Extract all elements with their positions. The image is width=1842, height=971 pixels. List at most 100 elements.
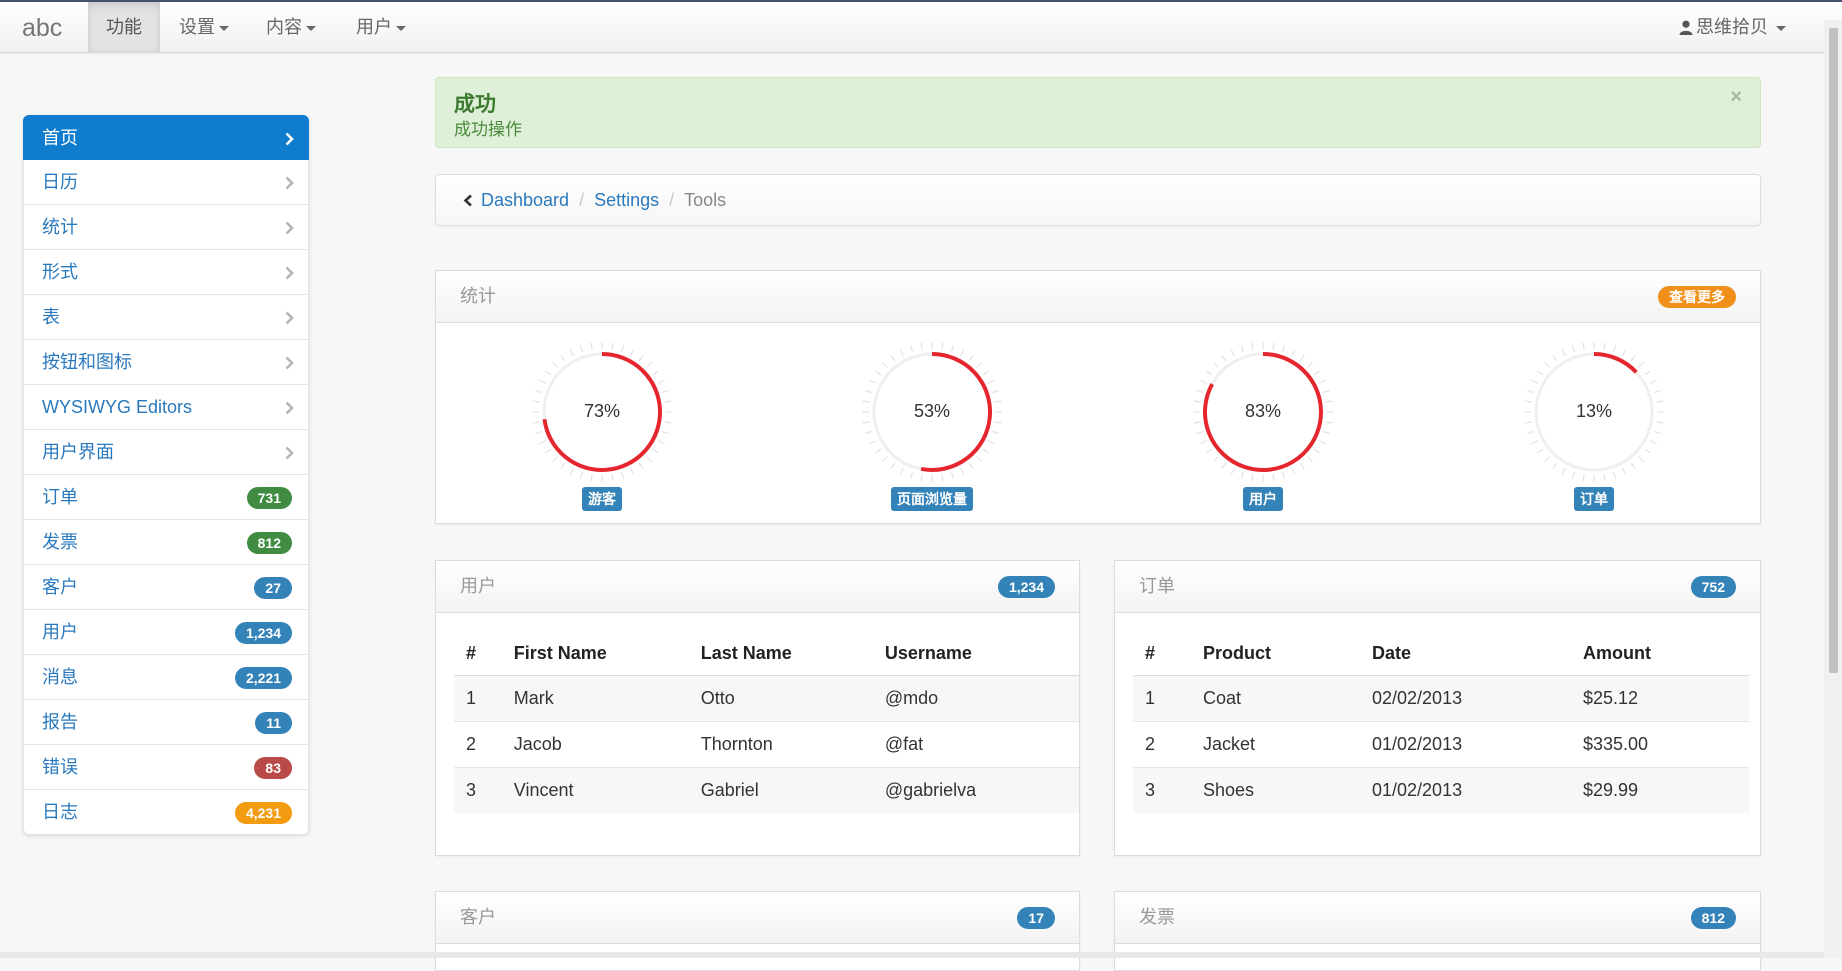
sidebar-item-stats[interactable]: 统计 bbox=[23, 205, 309, 250]
col-header-number: # bbox=[1133, 631, 1191, 676]
cell-amount: $29.99 bbox=[1571, 767, 1749, 813]
invoices-count-badge: 812 bbox=[1690, 907, 1736, 929]
count-badge: 2,221 bbox=[234, 667, 292, 689]
chevron-right-icon bbox=[285, 430, 294, 475]
table-row: 3 Vincent Gabriel @gabrielva bbox=[454, 767, 1079, 813]
users-panel-title: 用户 bbox=[460, 576, 496, 596]
sidebar-item-label: 报告 bbox=[42, 712, 78, 732]
cell-number: 3 bbox=[1133, 767, 1191, 813]
col-header-product: Product bbox=[1191, 631, 1360, 676]
sidebar-item-label: 错误 bbox=[42, 757, 78, 777]
users-panel-header: 用户 1,234 bbox=[436, 561, 1079, 613]
breadcrumb-tools: Tools bbox=[684, 190, 727, 210]
gauge-value: 83% bbox=[1244, 401, 1282, 421]
cell-username: @fat bbox=[872, 721, 1079, 768]
cell-last-name: Otto bbox=[688, 675, 873, 722]
gauge-arc bbox=[1593, 352, 1638, 374]
horizontal-scrollbar[interactable] bbox=[0, 952, 1824, 958]
cell-product: Coat bbox=[1191, 675, 1360, 722]
user-menu-dropdown[interactable]: 思维拾贝 bbox=[1679, 2, 1786, 52]
table-row: 1 Coat 02/02/2013 $25.12 bbox=[1133, 675, 1749, 722]
breadcrumb-dashboard[interactable]: Dashboard bbox=[481, 190, 569, 210]
close-icon[interactable]: × bbox=[1730, 86, 1742, 109]
nav-content-dropdown[interactable]: 内容 bbox=[255, 2, 327, 52]
cell-username: @gabrielva bbox=[872, 767, 1079, 813]
orders-panel-title: 订单 bbox=[1139, 576, 1175, 596]
sidebar-item-label: 统计 bbox=[42, 217, 78, 237]
gauge-value: 53% bbox=[913, 401, 951, 421]
nav-features-label: 功能 bbox=[106, 17, 142, 37]
sidebar-item-messages[interactable]: 消息 2,221 bbox=[23, 655, 309, 700]
col-header-first-name: First Name bbox=[501, 631, 689, 676]
breadcrumb: Dashboard / Settings / Tools bbox=[435, 174, 1761, 226]
sidebar-item-label: 发票 bbox=[42, 532, 78, 552]
col-header-date: Date bbox=[1360, 631, 1571, 676]
customers-count-badge: 17 bbox=[1017, 907, 1055, 929]
nav-settings-label: 设置 bbox=[179, 17, 215, 37]
count-badge: 4,231 bbox=[234, 802, 292, 824]
customers-panel-title: 客户 bbox=[460, 907, 496, 927]
gauge-users: 83% 用户 bbox=[1188, 339, 1338, 511]
sidebar-item-tables[interactable]: 表 bbox=[23, 295, 309, 340]
invoices-panel-header: 发票 812 bbox=[1115, 892, 1760, 944]
cell-date: 01/02/2013 bbox=[1360, 767, 1571, 813]
sidebar-item-invoices[interactable]: 发票 812 bbox=[23, 520, 309, 565]
brand-logo[interactable]: abc bbox=[22, 14, 62, 43]
gauge-label: 页面浏览量 bbox=[891, 487, 973, 511]
sidebar-item-customers[interactable]: 客户 27 bbox=[23, 565, 309, 610]
sidebar-item-errors[interactable]: 错误 83 bbox=[23, 745, 309, 790]
orders-panel: 订单 752 # Product Date Amount 1 Coat 02/0… bbox=[1114, 560, 1761, 856]
cell-number: 2 bbox=[454, 721, 502, 768]
count-badge: 11 bbox=[255, 712, 292, 734]
nav-features[interactable]: 功能 bbox=[88, 2, 160, 52]
customers-panel-header: 客户 17 bbox=[436, 892, 1079, 944]
count-badge: 83 bbox=[254, 757, 292, 779]
scrollbar-thumb[interactable] bbox=[1829, 28, 1838, 673]
table-header-row: # Product Date Amount bbox=[1133, 631, 1749, 676]
vertical-scrollbar[interactable] bbox=[1824, 20, 1842, 958]
sidebar-item-ui[interactable]: 用户界面 bbox=[23, 430, 309, 475]
sidebar-item-label: 日历 bbox=[42, 172, 78, 192]
sidebar-item-label: 客户 bbox=[42, 577, 78, 597]
nav-users-dropdown[interactable]: 用户 bbox=[345, 2, 417, 52]
cell-amount: $25.12 bbox=[1571, 675, 1749, 722]
users-table: # First Name Last Name Username 1 Mark O… bbox=[454, 631, 1079, 813]
sidebar-item-wysiwyg-editors[interactable]: WYSIWYG Editors bbox=[23, 385, 309, 430]
sidebar-item-label: 订单 bbox=[42, 487, 78, 507]
sidebar-item-buttons-icons[interactable]: 按钮和图标 bbox=[23, 340, 309, 385]
cell-number: 1 bbox=[1133, 675, 1191, 722]
sidebar-item-calendar[interactable]: 日历 bbox=[23, 160, 309, 205]
cell-first-name: Jacob bbox=[501, 721, 689, 768]
gauge-value: 73% bbox=[583, 401, 621, 421]
col-header-number: # bbox=[454, 631, 502, 676]
chevron-right-icon bbox=[285, 385, 294, 430]
view-more-button[interactable]: 查看更多 bbox=[1658, 286, 1736, 308]
chevron-down-icon bbox=[306, 25, 316, 31]
sidebar-item-logs[interactable]: 日志 4,231 bbox=[23, 790, 309, 835]
invoices-panel-title: 发票 bbox=[1139, 907, 1175, 927]
nav-settings-dropdown[interactable]: 设置 bbox=[168, 2, 240, 52]
count-badge: 812 bbox=[246, 532, 292, 554]
gauge-label: 游客 bbox=[582, 487, 622, 511]
alert-title: 成功 bbox=[454, 93, 496, 116]
cell-number: 2 bbox=[1133, 721, 1191, 768]
col-header-last-name: Last Name bbox=[688, 631, 873, 676]
sidebar-item-reports[interactable]: 报告 11 bbox=[23, 700, 309, 745]
sidebar-item-label: 消息 bbox=[42, 667, 78, 687]
sidebar-item-orders[interactable]: 订单 731 bbox=[23, 475, 309, 520]
sidebar-item-users[interactable]: 用户 1,234 bbox=[23, 610, 309, 655]
gauge-orders: 13% 订单 bbox=[1519, 339, 1669, 511]
cell-product: Jacket bbox=[1191, 721, 1360, 768]
table-row: 3 Shoes 01/02/2013 $29.99 bbox=[1133, 767, 1749, 813]
cell-date: 02/02/2013 bbox=[1360, 675, 1571, 722]
chevron-down-icon bbox=[396, 25, 406, 31]
breadcrumb-settings[interactable]: Settings bbox=[594, 190, 659, 210]
cell-number: 3 bbox=[454, 767, 502, 813]
orders-table: # Product Date Amount 1 Coat 02/02/2013 … bbox=[1133, 631, 1749, 813]
customers-panel: 客户 17 bbox=[435, 891, 1080, 971]
nav-content-label: 内容 bbox=[266, 17, 302, 37]
sidebar-item-forms[interactable]: 形式 bbox=[23, 250, 309, 295]
chevron-left-icon[interactable] bbox=[463, 194, 473, 207]
sidebar-item-home[interactable]: 首页 bbox=[23, 115, 309, 160]
gauge-value: 13% bbox=[1575, 401, 1613, 421]
